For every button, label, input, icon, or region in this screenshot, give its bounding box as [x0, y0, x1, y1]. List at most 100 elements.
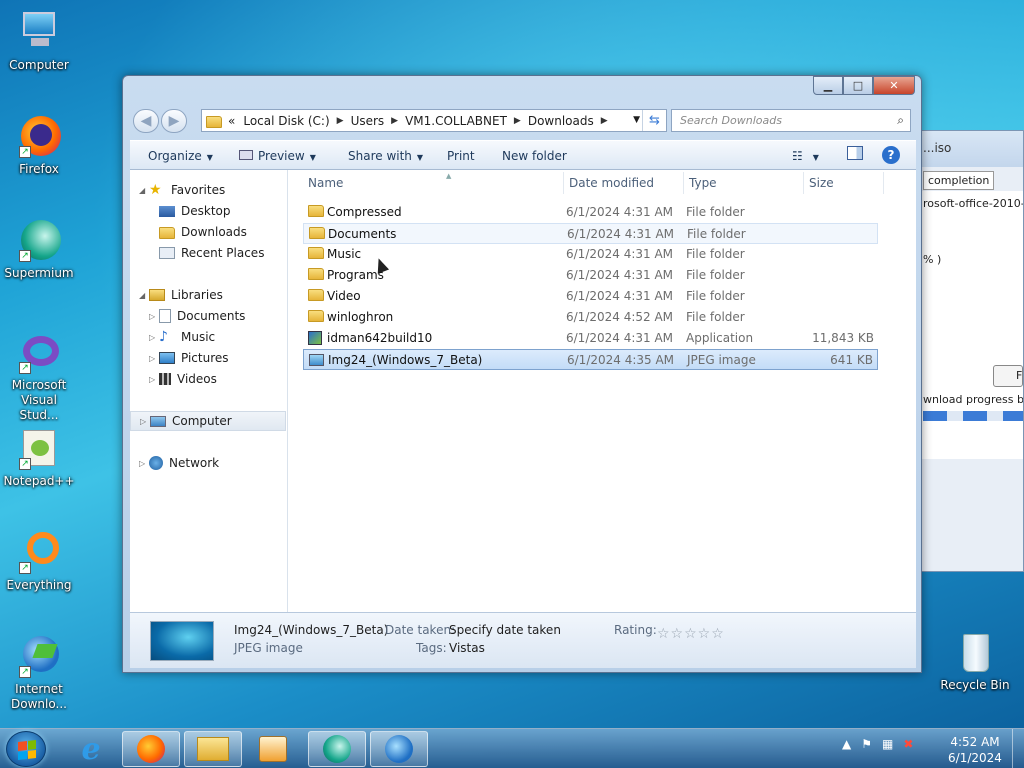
expand-arrow-icon[interactable]: ▷ [149, 354, 159, 363]
desktop-icon-firefox[interactable]: ↗ Firefox [0, 114, 78, 177]
nav-recent-places[interactable]: Recent Places [130, 243, 286, 263]
forward-button[interactable]: ▶ [161, 109, 187, 133]
file-row[interactable]: Music 6/1/2024 4:31 AM File folder [303, 244, 878, 265]
shortcut-arrow-icon: ↗ [19, 362, 31, 374]
taskbar-clock[interactable]: 4:52 AM 6/1/2024 [940, 734, 1010, 766]
refresh-button[interactable]: ⇆ [642, 110, 666, 131]
file-row-selected[interactable]: Img24_(Windows_7_Beta) 6/1/2024 4:35 AM … [303, 349, 878, 370]
taskbar-internet-explorer[interactable]: e [62, 731, 120, 767]
tags-value[interactable]: Vistas [449, 641, 485, 655]
desktop-icon-supermium[interactable]: ↗ Supermium [0, 218, 78, 281]
explorer-window[interactable]: ▁ □ ✕ ◀ ▶ « Local Disk (C:) ▶ Users ▶ VM… [122, 75, 922, 673]
nav-network[interactable]: ▷ Network [130, 453, 286, 473]
column-header-type[interactable]: Type [689, 176, 717, 190]
expand-arrow-icon[interactable]: ◢ [139, 186, 149, 195]
show-desktop-button[interactable] [1012, 729, 1024, 768]
file-row[interactable]: Compressed 6/1/2024 4:31 AM File folder [303, 202, 878, 223]
view-options-button[interactable]: ☷ ▼ [792, 149, 819, 163]
nav-favorites[interactable]: ◢ ★ Favorites [130, 180, 286, 200]
nav-libraries[interactable]: ◢ Libraries [130, 285, 286, 305]
expand-arrow-icon[interactable]: ▷ [139, 459, 149, 468]
nav-desktop[interactable]: Desktop [130, 201, 286, 221]
column-divider[interactable] [563, 172, 564, 194]
preview-pane-button[interactable] [847, 146, 863, 163]
search-icon[interactable]: ⌕ [897, 113, 904, 128]
volume-muted-icon[interactable]: ✖ [903, 737, 913, 751]
taskbar-supermium[interactable] [308, 731, 366, 767]
show-hidden-icons-icon[interactable]: ▲ [842, 737, 851, 751]
breadcrumb-separator-icon[interactable]: ▶ [514, 116, 521, 126]
desktop-icon-visual-studio[interactable]: ↗ Microsoft Visual Stud... [0, 330, 78, 423]
nav-videos[interactable]: ▷ Videos [130, 369, 286, 389]
desktop-icon-computer[interactable]: Computer [0, 10, 78, 73]
file-row[interactable]: Video 6/1/2024 4:31 AM File folder [303, 286, 878, 307]
expand-arrow-icon[interactable]: ▷ [140, 417, 150, 426]
column-divider[interactable] [683, 172, 684, 194]
back-button[interactable]: ◀ [133, 109, 159, 133]
taskbar-firefox[interactable] [122, 731, 180, 767]
file-row[interactable]: Programs 6/1/2024 4:31 AM File folder [303, 265, 878, 286]
column-divider[interactable] [883, 172, 884, 194]
network-status-icon[interactable]: ▦ [882, 737, 893, 751]
file-type: Application [686, 331, 754, 345]
column-header-size[interactable]: Size [809, 176, 834, 190]
date-taken-value[interactable]: Specify date taken [449, 623, 561, 637]
organize-button[interactable]: Organize ▼ [148, 149, 213, 163]
address-dropdown-icon[interactable]: ▼ [633, 115, 640, 125]
breadcrumb-vm1-collabnet[interactable]: VM1.COLLABNET [405, 114, 507, 128]
expand-arrow-icon[interactable]: ▷ [149, 375, 159, 384]
desktop-icon-recycle-bin[interactable]: Recycle Bin [936, 630, 1014, 693]
start-button[interactable] [6, 731, 46, 767]
expand-arrow-icon[interactable]: ◢ [139, 291, 149, 300]
breadcrumb-separator-icon[interactable]: ▶ [337, 116, 344, 126]
nav-pictures[interactable]: ▷ Pictures [130, 348, 286, 368]
preview-button[interactable]: Preview ▼ [239, 149, 316, 163]
file-list[interactable]: Name ▲ Date modified Type Size Compresse… [290, 170, 916, 612]
desktop-icon-everything[interactable]: ↗ Everything [0, 530, 78, 593]
taskbar-media-player[interactable] [244, 731, 302, 767]
column-header-name[interactable]: Name ▲ [308, 172, 451, 190]
desktop-icon-idm[interactable]: ↗ Internet Downlo... [0, 634, 78, 712]
column-header-date-modified[interactable]: Date modified [569, 176, 654, 190]
rating-stars[interactable]: ☆☆☆☆☆ [657, 626, 725, 642]
taskbar-windows-explorer[interactable] [184, 731, 242, 767]
expand-arrow-icon[interactable]: ▷ [149, 333, 159, 342]
file-row[interactable]: idman642build10 6/1/2024 4:31 AM Applica… [303, 328, 878, 349]
desktop-icon-notepadpp[interactable]: ↗ Notepad++ [0, 426, 78, 489]
background-download-window[interactable]: ...iso completion rosoft-office-2010-p %… [918, 130, 1024, 572]
breadcrumb-overflow[interactable]: « [228, 114, 235, 128]
nav-documents[interactable]: ▷ Documents [130, 306, 286, 326]
expand-arrow-icon[interactable]: ▷ [149, 312, 159, 321]
search-input[interactable]: Search Downloads ⌕ [671, 109, 911, 132]
close-button[interactable]: ✕ [873, 76, 915, 95]
breadcrumb-separator-icon[interactable]: ▶ [601, 116, 608, 126]
help-button[interactable]: ? [882, 146, 900, 164]
address-bar[interactable]: « Local Disk (C:) ▶ Users ▶ VM1.COLLABNE… [201, 109, 667, 132]
taskbar-internet-download-manager[interactable] [370, 731, 428, 767]
file-date: 6/1/2024 4:52 AM [566, 310, 674, 324]
file-row[interactable]: Documents 6/1/2024 4:31 AM File folder [303, 223, 878, 274]
breadcrumb-local-disk[interactable]: Local Disk (C:) [243, 114, 329, 128]
nav-computer[interactable]: ▷ Computer [130, 411, 286, 431]
minimize-button[interactable]: ▁ [813, 76, 843, 95]
action-center-flag-icon[interactable]: ⚑ [861, 737, 872, 751]
nav-downloads[interactable]: Downloads [130, 222, 286, 242]
column-divider[interactable] [803, 172, 804, 194]
firefox-icon: ↗ [17, 114, 61, 158]
print-button[interactable]: Print [447, 149, 475, 163]
file-row[interactable]: winloghron 6/1/2024 4:52 AM File folder [303, 307, 878, 328]
background-window-button[interactable]: F [993, 365, 1023, 387]
tab-completion[interactable]: completion [923, 171, 995, 190]
file-type: File folder [687, 227, 746, 241]
maximize-button[interactable]: □ [843, 76, 873, 95]
file-name: Music [327, 247, 362, 261]
download-progress-bar [923, 411, 1023, 421]
breadcrumb-users[interactable]: Users [351, 114, 385, 128]
command-bar: Organize ▼ Preview ▼ Share with ▼ Print New… [130, 140, 916, 170]
breadcrumb-separator-icon[interactable]: ▶ [391, 116, 398, 126]
new-folder-button[interactable]: New folder [502, 149, 567, 163]
navigation-pane[interactable]: ◢ ★ Favorites Desktop Downloads Recent P… [130, 170, 288, 612]
share-with-button[interactable]: Share with ▼ [348, 149, 423, 163]
breadcrumb-downloads[interactable]: Downloads [528, 114, 594, 128]
nav-music[interactable]: ▷ ♪ Music [130, 327, 286, 347]
